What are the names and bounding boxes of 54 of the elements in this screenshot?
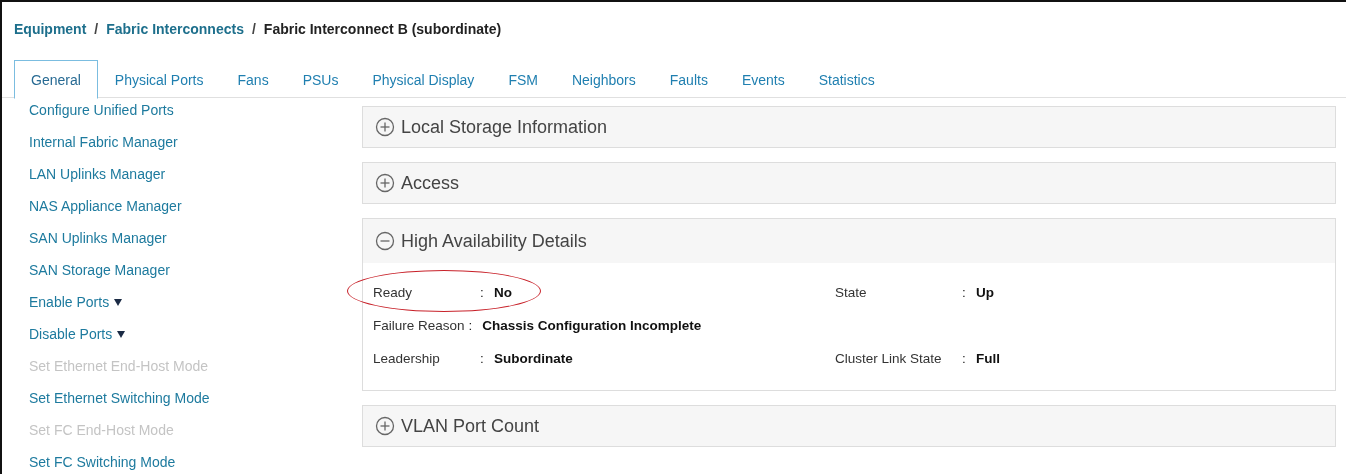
collapse-icon[interactable] [375, 231, 395, 251]
breadcrumb-link[interactable]: Equipment [14, 21, 87, 37]
breadcrumb-link[interactable]: Fabric Interconnects [106, 21, 244, 37]
tab[interactable]: Faults [652, 60, 725, 98]
field-label: Leadership [373, 350, 441, 369]
tab[interactable]: General [14, 60, 98, 99]
field-separator: : [480, 284, 485, 303]
tab[interactable]: FSM [491, 60, 555, 98]
action-link[interactable]: Set Ethernet Switching Mode [29, 388, 342, 420]
tab[interactable]: Fans [220, 60, 286, 98]
tab[interactable]: Neighbors [554, 60, 653, 98]
panel-title: Local Storage Information [401, 115, 608, 139]
field-label: Ready [373, 284, 414, 303]
field-value: No [494, 284, 512, 303]
panel-header[interactable]: Local Storage Information [363, 107, 1335, 147]
panel-title: VLAN Port Count [401, 414, 540, 438]
action-link[interactable]: LAN Uplinks Manager [29, 164, 342, 196]
panel-header[interactable]: High Availability Details [363, 219, 1335, 263]
field-value: Full [976, 350, 1000, 369]
action-link[interactable]: SAN Storage Manager [29, 260, 342, 292]
field-separator: : [468, 317, 473, 336]
tab[interactable]: PSUs [285, 60, 356, 98]
field-value: Up [976, 284, 994, 303]
dropdown-link[interactable]: Enable Ports [29, 292, 342, 324]
tab[interactable]: Physical Ports [97, 60, 221, 98]
action-link[interactable]: Configure Unified Ports [29, 100, 342, 132]
tab[interactable]: Physical Display [355, 60, 492, 98]
field-label: Cluster Link State [835, 350, 943, 369]
panel-header[interactable]: Access [363, 163, 1335, 203]
field-separator: : [962, 350, 967, 369]
breadcrumb-current: Fabric Interconnect B (subordinate) [263, 21, 502, 37]
dropdown-link[interactable]: Disable Ports [29, 324, 342, 356]
caret-icon [117, 331, 126, 338]
field-label: Failure Reason [373, 317, 465, 336]
expand-icon[interactable] [375, 117, 395, 137]
caret-icon [114, 299, 123, 306]
action-link[interactable]: NAS Appliance Manager [29, 196, 342, 228]
panel-title: High Availability Details [401, 229, 587, 253]
tab[interactable]: Events [724, 60, 802, 98]
action-link[interactable]: SAN Uplinks Manager [29, 228, 342, 260]
panel-title: Access [401, 171, 460, 195]
action-link[interactable]: Internal Fabric Manager [29, 132, 342, 164]
breadcrumb-separator: / [94, 21, 99, 37]
field-value: Chassis Configuration Incomplete [482, 317, 702, 336]
expand-icon[interactable] [375, 173, 395, 193]
tab[interactable]: Statistics [801, 60, 892, 98]
expand-icon[interactable] [375, 416, 395, 436]
action-link[interactable]: Set FC Switching Mode [29, 452, 342, 474]
panel-header[interactable]: VLAN Port Count [363, 406, 1335, 446]
field-separator: : [480, 350, 485, 369]
field-label: State [835, 284, 868, 303]
field-separator: : [962, 284, 967, 303]
breadcrumb-separator: / [251, 21, 256, 37]
field-value: Subordinate [494, 350, 573, 369]
